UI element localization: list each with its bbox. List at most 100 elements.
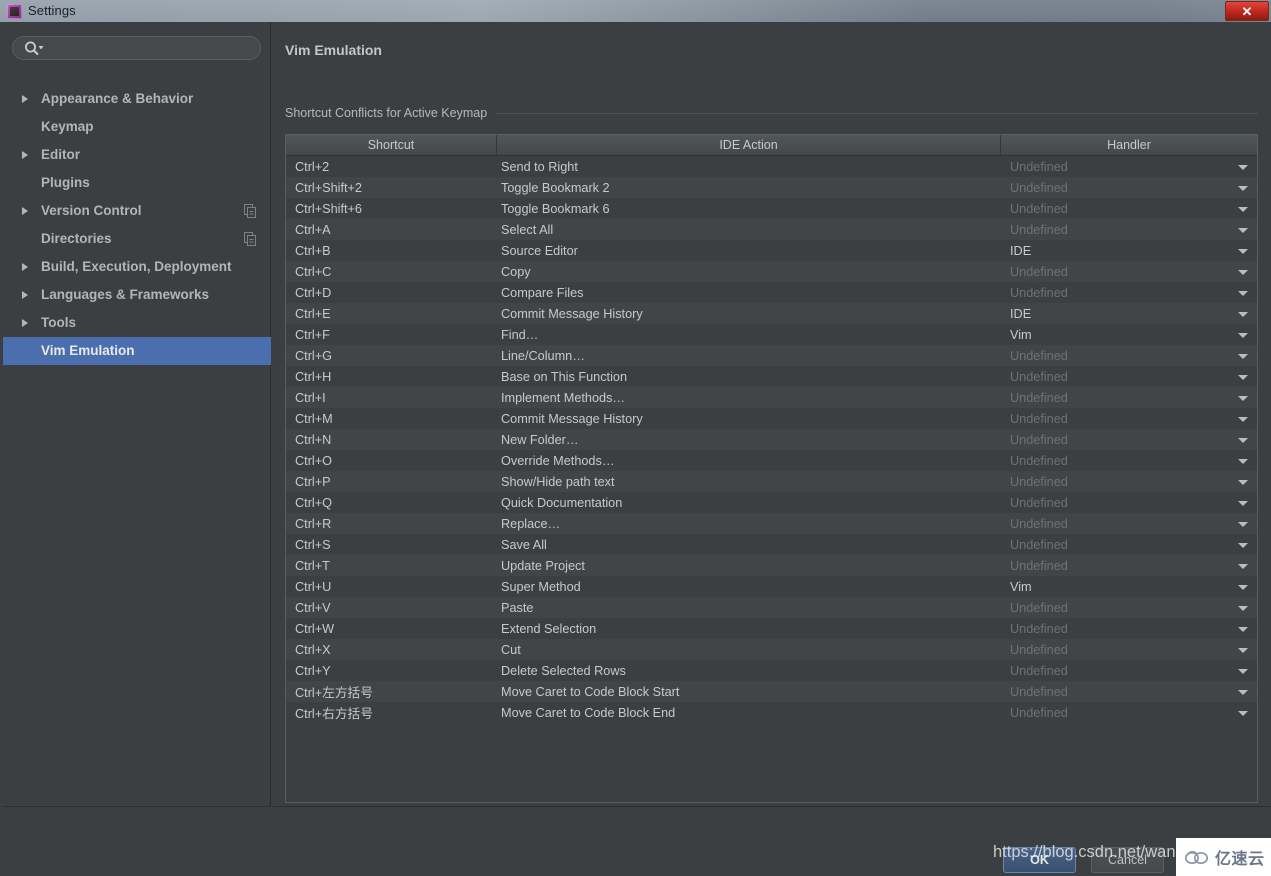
cell-handler-dropdown[interactable]: Undefined [1001, 261, 1257, 282]
column-header-ide-action[interactable]: IDE Action [497, 135, 1001, 155]
sidebar-item-vim-emulation[interactable]: Vim Emulation [3, 337, 271, 365]
table-row[interactable]: Ctrl+T Update Project Undefined [286, 555, 1257, 576]
table-row[interactable]: Ctrl+W Extend Selection Undefined [286, 618, 1257, 639]
table-row[interactable]: Ctrl+U Super Method Vim [286, 576, 1257, 597]
table-row[interactable]: Ctrl+2 Send to Right Undefined [286, 156, 1257, 177]
table-row[interactable]: Ctrl+S Save All Undefined [286, 534, 1257, 555]
expand-arrow-icon[interactable] [22, 151, 28, 159]
sidebar-item-build-execution-deployment[interactable]: Build, Execution, Deployment [3, 253, 271, 281]
sidebar-item-appearance-behavior[interactable]: Appearance & Behavior [3, 85, 271, 113]
chevron-down-icon[interactable] [1238, 542, 1248, 548]
cell-handler-dropdown[interactable]: Undefined [1001, 618, 1257, 639]
cell-handler-dropdown[interactable]: Undefined [1001, 429, 1257, 450]
cell-handler-dropdown[interactable]: Undefined [1001, 639, 1257, 660]
cell-handler-dropdown[interactable]: Undefined [1001, 219, 1257, 240]
table-row[interactable]: Ctrl+P Show/Hide path text Undefined [286, 471, 1257, 492]
close-button[interactable]: ✕ [1225, 1, 1269, 21]
cell-handler-dropdown[interactable]: Undefined [1001, 156, 1257, 177]
chevron-down-icon[interactable] [1238, 311, 1248, 317]
table-row[interactable]: Ctrl+N New Folder… Undefined [286, 429, 1257, 450]
cell-handler-dropdown[interactable]: IDE [1001, 240, 1257, 261]
chevron-down-icon[interactable] [1238, 206, 1248, 212]
cell-handler-dropdown[interactable]: Vim [1001, 324, 1257, 345]
sidebar-item-plugins[interactable]: Plugins [3, 169, 271, 197]
cell-handler-dropdown[interactable]: Undefined [1001, 534, 1257, 555]
cell-handler-dropdown[interactable]: Undefined [1001, 597, 1257, 618]
cell-handler-dropdown[interactable]: Undefined [1001, 660, 1257, 681]
chevron-down-icon[interactable] [1238, 185, 1248, 191]
cell-handler-dropdown[interactable]: Undefined [1001, 408, 1257, 429]
cell-handler-dropdown[interactable]: Undefined [1001, 387, 1257, 408]
chevron-down-icon[interactable] [1238, 416, 1248, 422]
chevron-down-icon[interactable] [1238, 290, 1248, 296]
cell-handler-dropdown[interactable]: Undefined [1001, 282, 1257, 303]
table-row[interactable]: Ctrl+B Source Editor IDE [286, 240, 1257, 261]
table-row[interactable]: Ctrl+Shift+6 Toggle Bookmark 6 Undefined [286, 198, 1257, 219]
cancel-button[interactable]: Cancel [1091, 847, 1164, 873]
chevron-down-icon[interactable] [1238, 521, 1248, 527]
cell-handler-dropdown[interactable]: Undefined [1001, 177, 1257, 198]
sidebar-item-tools[interactable]: Tools [3, 309, 271, 337]
cell-handler-dropdown[interactable]: Undefined [1001, 555, 1257, 576]
chevron-down-icon[interactable] [1238, 353, 1248, 359]
chevron-down-icon[interactable] [1238, 437, 1248, 443]
table-row[interactable]: Ctrl+Shift+2 Toggle Bookmark 2 Undefined [286, 177, 1257, 198]
chevron-down-icon[interactable] [1238, 500, 1248, 506]
expand-arrow-icon[interactable] [22, 95, 28, 103]
table-row[interactable]: Ctrl+左方括号 Move Caret to Code Block Start U… [286, 681, 1257, 702]
column-header-handler[interactable]: Handler [1001, 135, 1257, 155]
cell-handler-dropdown[interactable]: Undefined [1001, 702, 1257, 723]
chevron-down-icon[interactable] [1238, 332, 1248, 338]
cell-handler-dropdown[interactable]: Undefined [1001, 681, 1257, 702]
table-row[interactable]: Ctrl+F Find… Vim [286, 324, 1257, 345]
ok-button[interactable]: OK [1003, 847, 1076, 873]
cell-handler-dropdown[interactable]: Undefined [1001, 513, 1257, 534]
table-row[interactable]: Ctrl+A Select All Undefined [286, 219, 1257, 240]
chevron-down-icon[interactable] [1238, 227, 1248, 233]
sidebar-item-editor[interactable]: Editor [3, 141, 271, 169]
cell-handler-dropdown[interactable]: Undefined [1001, 471, 1257, 492]
chevron-down-icon[interactable] [1238, 269, 1248, 275]
chevron-down-icon[interactable] [1238, 605, 1248, 611]
expand-arrow-icon[interactable] [22, 291, 28, 299]
chevron-down-icon[interactable] [1238, 584, 1248, 590]
chevron-down-icon[interactable] [1238, 689, 1248, 695]
sidebar-item-keymap[interactable]: Keymap [3, 113, 271, 141]
table-row[interactable]: Ctrl+E Commit Message History IDE [286, 303, 1257, 324]
cell-handler-dropdown[interactable]: Undefined [1001, 492, 1257, 513]
cell-handler-dropdown[interactable]: Undefined [1001, 345, 1257, 366]
table-row[interactable]: Ctrl+O Override Methods… Undefined [286, 450, 1257, 471]
search-input[interactable] [12, 36, 261, 60]
table-row[interactable]: Ctrl+Q Quick Documentation Undefined [286, 492, 1257, 513]
chevron-down-icon[interactable] [1238, 710, 1248, 716]
chevron-down-icon[interactable] [1238, 668, 1248, 674]
table-row[interactable]: Ctrl+I Implement Methods… Undefined [286, 387, 1257, 408]
table-row[interactable]: Ctrl+右方括号 Move Caret to Code Block End Und… [286, 702, 1257, 723]
chevron-down-icon[interactable] [1238, 374, 1248, 380]
sidebar-item-languages-frameworks[interactable]: Languages & Frameworks [3, 281, 271, 309]
table-row[interactable]: Ctrl+Y Delete Selected Rows Undefined [286, 660, 1257, 681]
table-row[interactable]: Ctrl+C Copy Undefined [286, 261, 1257, 282]
chevron-down-icon[interactable] [1238, 248, 1248, 254]
table-row[interactable]: Ctrl+H Base on This Function Undefined [286, 366, 1257, 387]
cell-handler-dropdown[interactable]: Undefined [1001, 450, 1257, 471]
chevron-down-icon[interactable] [1238, 647, 1248, 653]
cell-handler-dropdown[interactable]: Undefined [1001, 198, 1257, 219]
table-row[interactable]: Ctrl+R Replace… Undefined [286, 513, 1257, 534]
column-header-shortcut[interactable]: Shortcut [286, 135, 497, 155]
table-row[interactable]: Ctrl+V Paste Undefined [286, 597, 1257, 618]
table-row[interactable]: Ctrl+D Compare Files Undefined [286, 282, 1257, 303]
cell-handler-dropdown[interactable]: Undefined [1001, 366, 1257, 387]
chevron-down-icon[interactable] [1238, 563, 1248, 569]
chevron-down-icon[interactable] [1238, 479, 1248, 485]
table-row[interactable]: Ctrl+G Line/Column… Undefined [286, 345, 1257, 366]
chevron-down-icon[interactable] [1238, 164, 1248, 170]
cell-handler-dropdown[interactable]: Vim [1001, 576, 1257, 597]
expand-arrow-icon[interactable] [22, 319, 28, 327]
table-row[interactable]: Ctrl+X Cut Undefined [286, 639, 1257, 660]
cell-handler-dropdown[interactable]: IDE [1001, 303, 1257, 324]
chevron-down-icon[interactable] [1238, 626, 1248, 632]
sidebar-item-version-control[interactable]: Version Control [3, 197, 271, 225]
expand-arrow-icon[interactable] [22, 263, 28, 271]
chevron-down-icon[interactable] [1238, 395, 1248, 401]
